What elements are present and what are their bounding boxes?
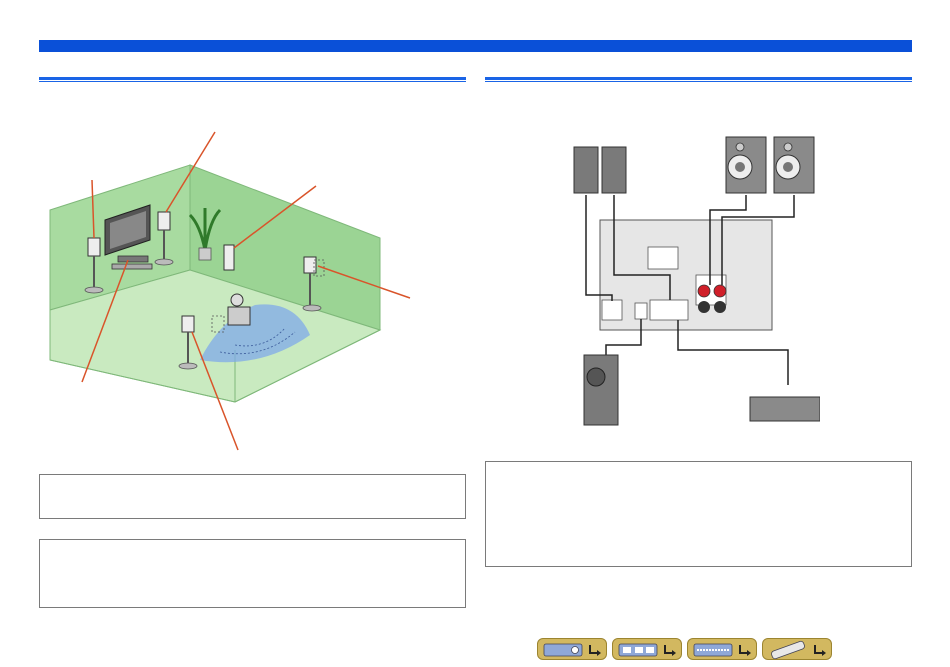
return-arrow-icon [589,645,598,654]
nav-button-rear-panel[interactable] [612,638,682,660]
remote-control-icon [771,640,805,660]
front-speaker-small-icon [601,146,627,194]
section-rule-left [39,77,466,82]
note-box-left-1 [39,474,466,519]
surround-left-speaker-icon [181,315,195,333]
listener-icon [230,293,244,307]
nav-button-front-display[interactable] [687,638,757,660]
front-right-speaker-icon [157,211,171,231]
front-left-speaker-icon [87,237,101,257]
center-speaker-icon [749,396,821,422]
return-arrow-icon [664,645,673,654]
wall-speaker-icon [223,244,235,271]
note-box-left-2 [39,539,466,608]
speaker-connection-diagram [560,135,821,435]
return-arrow-icon [814,645,823,654]
front-speaker-small-icon [573,146,599,194]
subwoofer-icon [583,354,619,426]
speaker-room-layout-illustration [40,120,470,460]
section-rule-right [485,77,912,82]
note-box-right-1 [485,461,912,567]
nav-button-remote-control[interactable] [762,638,832,660]
return-arrow-icon [739,645,748,654]
header-band [39,40,912,52]
nav-button-front-panel[interactable] [537,638,607,660]
